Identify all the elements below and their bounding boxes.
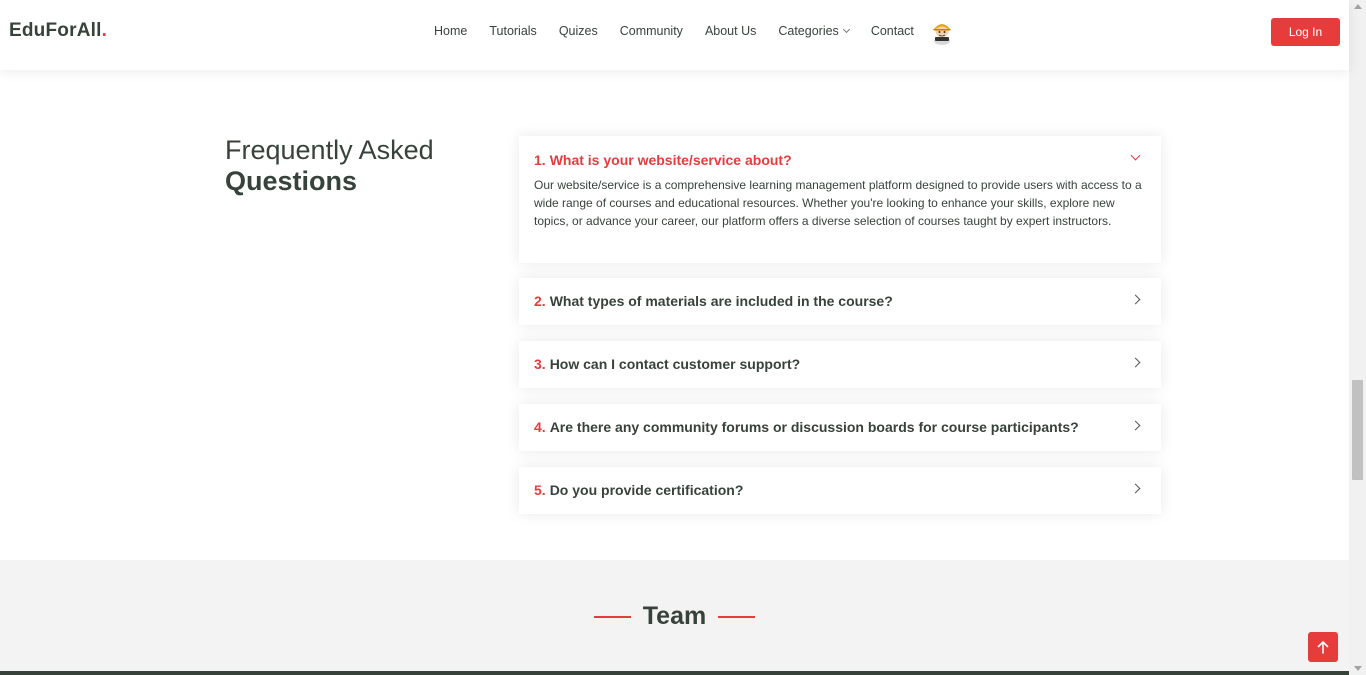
divider (718, 615, 756, 618)
logo-dot: . (101, 20, 108, 41)
faq-number: 1. (534, 152, 546, 168)
nav-about-us[interactable]: About Us (705, 24, 756, 38)
faq-question: Are there any community forums or discus… (549, 419, 1079, 435)
scroll-up-icon[interactable] (1354, 4, 1362, 9)
back-to-top-button[interactable] (1308, 632, 1338, 662)
nav-contact[interactable]: Contact (871, 24, 914, 38)
faq-item[interactable]: 3. How can I contact customer support? (519, 341, 1161, 388)
faq-question-header[interactable]: 3. How can I contact customer support? (534, 356, 1146, 372)
user-avatar-icon[interactable] (930, 18, 954, 46)
arrow-up-icon (1317, 640, 1329, 654)
team-heading: Team (0, 602, 1349, 631)
faq-item[interactable]: 2. What types of materials are included … (519, 278, 1161, 325)
faq-question-header[interactable]: 1. What is your website/service about? (534, 152, 1146, 168)
faq-question: What is your website/service about? (549, 152, 792, 168)
faq-title-bold: Questions (225, 166, 358, 196)
nav-home[interactable]: Home (434, 24, 467, 38)
page-scrollbar[interactable] (1349, 0, 1366, 675)
team-section: Team (0, 560, 1349, 675)
faq-number: 4. (534, 419, 546, 435)
faq-question-header[interactable]: 2. What types of materials are included … (534, 293, 1146, 309)
chevron-down-icon (842, 25, 850, 34)
faq-answer: Our website/service is a comprehensive l… (534, 178, 1142, 228)
nav-quizes[interactable]: Quizes (559, 24, 598, 38)
faq-number: 2. (534, 293, 546, 309)
login-button[interactable]: Log In (1271, 18, 1340, 46)
faq-number: 5. (534, 482, 546, 498)
site-header: EduForAll. Home Tutorials Quizes Communi… (0, 0, 1349, 70)
divider (593, 615, 631, 618)
faq-question: What types of materials are included in … (549, 293, 893, 309)
main-nav: Home Tutorials Quizes Community About Us… (434, 24, 936, 38)
site-logo[interactable]: EduForAll. (9, 20, 107, 42)
faq-item[interactable]: 4. Are there any community forums or dis… (519, 404, 1161, 451)
nav-tutorials[interactable]: Tutorials (489, 24, 536, 38)
faq-question-header[interactable]: 5. Do you provide certification? (534, 482, 1146, 498)
faq-question-header[interactable]: 4. Are there any community forums or dis… (534, 419, 1146, 435)
faq-item[interactable]: 5. Do you provide certification? (519, 467, 1161, 514)
logo-text: EduForAll (9, 20, 102, 41)
faq-question: How can I contact customer support? (549, 356, 801, 372)
nav-categories-label: Categories (778, 24, 839, 38)
faq-title: Frequently Asked (225, 135, 434, 165)
nav-community[interactable]: Community (620, 24, 683, 38)
faq-number: 3. (534, 356, 546, 372)
team-title: Team (642, 602, 707, 630)
faq-item: 1. What is your website/service about? O… (519, 136, 1161, 263)
scroll-down-icon[interactable] (1354, 666, 1362, 671)
faq-question: Do you provide certification? (549, 482, 744, 498)
nav-categories[interactable]: Categories (778, 24, 850, 38)
scrollbar-thumb[interactable] (1352, 380, 1363, 480)
team-cards-edge (0, 671, 1349, 675)
